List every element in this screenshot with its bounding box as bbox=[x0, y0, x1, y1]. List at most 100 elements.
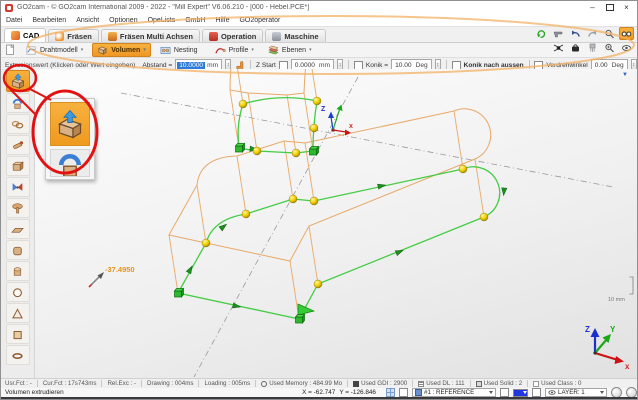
tab-fraesen-multi-achsen[interactable]: Fräsen Multi Achsen bbox=[101, 29, 200, 42]
tab-fraesen-label: Fräsen bbox=[67, 32, 92, 41]
tool-box-button[interactable] bbox=[6, 156, 30, 176]
group-volumen-label: Volumen bbox=[111, 47, 140, 54]
visibility-button[interactable] bbox=[619, 41, 634, 54]
sphere-icon bbox=[11, 286, 24, 299]
spider-cursor-button[interactable] bbox=[551, 41, 566, 54]
used-class-stat: Used Class : 0 bbox=[533, 380, 581, 387]
triad-y-label: Y bbox=[610, 325, 616, 334]
color-checkbox[interactable] bbox=[500, 388, 509, 397]
flyout-extrude-button[interactable] bbox=[50, 102, 90, 146]
used-memory-stat: Used Memory : 484.99 Mo bbox=[261, 380, 342, 387]
verdreh-value[interactable]: 0.00 bbox=[593, 62, 610, 69]
group-drahtmodell[interactable]: Drahtmodell ▾ bbox=[21, 43, 88, 57]
flyout-revolve-button[interactable] bbox=[50, 149, 90, 177]
view-toolbar bbox=[534, 27, 634, 54]
volumen-dropdown-icon[interactable]: ▾ bbox=[143, 47, 146, 53]
layer-value: LAYER: 1 bbox=[558, 389, 598, 396]
menu-item-go2operator[interactable]: GO2operator bbox=[239, 17, 280, 24]
dimension-readout: -37.4950 bbox=[89, 265, 135, 287]
tool-torus-button[interactable] bbox=[6, 345, 30, 365]
group-volumen[interactable]: Volumen ▾ bbox=[92, 43, 151, 57]
group-ebenen[interactable]: Ebenen ▾ bbox=[263, 43, 317, 57]
reference-select[interactable]: #1 : REFERENCE bbox=[412, 388, 496, 397]
cube-icon bbox=[11, 328, 24, 341]
group-nesting[interactable]: Nesting bbox=[155, 43, 206, 57]
zstart-value[interactable]: 0.0000 bbox=[293, 62, 317, 69]
drawing-stat: Drawing : 004ms bbox=[147, 380, 193, 387]
menu-item-datei[interactable]: Datei bbox=[6, 17, 22, 24]
brush-button[interactable] bbox=[585, 41, 600, 54]
dimension-value: -37.4950 bbox=[105, 265, 135, 274]
redo-button[interactable] bbox=[585, 27, 600, 40]
panel-collapse-icon[interactable]: ▼ bbox=[622, 72, 628, 78]
maximize-button[interactable] bbox=[601, 2, 618, 13]
profile-dropdown-icon[interactable]: ▾ bbox=[251, 47, 254, 53]
view-mode-button[interactable] bbox=[619, 27, 634, 40]
group-profile[interactable]: Profile ▾ bbox=[210, 43, 259, 57]
tool-revolve-button[interactable] bbox=[6, 93, 30, 113]
memory-icon bbox=[261, 381, 267, 387]
vertex-nodes[interactable] bbox=[202, 97, 488, 288]
tool-chain-button[interactable] bbox=[6, 114, 30, 134]
new-document-button[interactable] bbox=[4, 44, 17, 56]
grid-toggle-icon[interactable] bbox=[386, 388, 395, 397]
tab-cad[interactable]: CAD bbox=[4, 28, 46, 42]
tool-fan-button[interactable] bbox=[6, 177, 30, 197]
reference-dropdown-icon[interactable] bbox=[489, 391, 493, 394]
measure-tool-button[interactable] bbox=[551, 27, 566, 40]
viewport-canvas[interactable]: Z x -37.4950 10 mm bbox=[35, 69, 638, 378]
layer-select[interactable]: LAYER: 1 bbox=[545, 388, 607, 397]
origin-x-label: x bbox=[349, 123, 353, 130]
zoom-button[interactable] bbox=[602, 27, 617, 40]
layer-dropdown-icon[interactable] bbox=[600, 391, 604, 394]
menu-item-hilfe[interactable]: Hilfe bbox=[215, 17, 229, 24]
drahtmodell-dropdown-icon[interactable]: ▾ bbox=[81, 47, 84, 53]
tab-fraesen[interactable]: Fräsen bbox=[48, 29, 99, 42]
viewport[interactable]: ▼ bbox=[35, 69, 638, 378]
menu-item-bearbeiten[interactable]: Bearbeiten bbox=[32, 17, 66, 24]
tool-sphere-button[interactable] bbox=[6, 282, 30, 302]
refresh-icon bbox=[536, 29, 547, 39]
close-button[interactable]: × bbox=[618, 2, 635, 13]
menu-bar: Datei Bearbeiten Ansicht Optionen OpeLis… bbox=[1, 14, 637, 27]
color-dropdown-icon[interactable] bbox=[523, 391, 527, 394]
tool-pad-button[interactable] bbox=[6, 240, 30, 260]
mushroom-icon bbox=[11, 202, 24, 215]
menu-item-gmbh[interactable]: GmbH bbox=[185, 17, 205, 24]
box-icon bbox=[11, 160, 24, 173]
menu-item-opelists[interactable]: OpeLists bbox=[148, 17, 176, 24]
menu-item-ansicht[interactable]: Ansicht bbox=[76, 17, 99, 24]
color-swatch[interactable] bbox=[513, 389, 528, 397]
tool-extrude-button[interactable] bbox=[6, 70, 30, 92]
prompt-label: Extrusionswert (Klicken oder Wert eingeb… bbox=[5, 62, 135, 69]
tool-cube-button[interactable] bbox=[6, 324, 30, 344]
magnifier-icon bbox=[604, 29, 615, 39]
menu-item-optionen[interactable]: Optionen bbox=[109, 17, 137, 24]
tool-mushroom-button[interactable] bbox=[6, 198, 30, 218]
undo-button[interactable] bbox=[568, 27, 583, 40]
bag-button[interactable] bbox=[568, 41, 583, 54]
tool-cylinder-button[interactable] bbox=[6, 261, 30, 281]
minimize-button[interactable]: – bbox=[584, 2, 601, 13]
refresh-button[interactable] bbox=[534, 27, 549, 40]
status-bar-stats: Usr.Fct : - Cur.Fct : 17s743ms Rel.Exc :… bbox=[1, 378, 638, 388]
revolve-icon bbox=[55, 150, 85, 177]
abstand-value[interactable]: 10.0000 bbox=[177, 62, 205, 69]
verdreh-unit: Deg bbox=[610, 62, 626, 69]
layer-checkbox[interactable] bbox=[532, 388, 541, 397]
cursor-y-readout: Y = -126.846 bbox=[339, 389, 376, 396]
reference-checkbox[interactable] bbox=[399, 388, 408, 397]
tool-slab-button[interactable] bbox=[6, 219, 30, 239]
tab-maschine[interactable]: Maschine bbox=[265, 29, 325, 42]
tab-operation[interactable]: Operation bbox=[202, 29, 263, 42]
vertex-cubes[interactable] bbox=[175, 144, 319, 324]
tool-cone-button[interactable] bbox=[6, 303, 30, 323]
cad-tab-icon bbox=[11, 31, 20, 40]
status-message: Volumen extrudieren bbox=[5, 389, 298, 396]
torus-icon bbox=[11, 349, 24, 362]
tool-sweep-button[interactable] bbox=[6, 135, 30, 155]
construction-lines bbox=[121, 77, 613, 377]
zoom-window-button[interactable] bbox=[602, 41, 617, 54]
ebenen-dropdown-icon[interactable]: ▾ bbox=[309, 47, 312, 53]
konik-value[interactable]: 10.00 bbox=[393, 62, 414, 69]
